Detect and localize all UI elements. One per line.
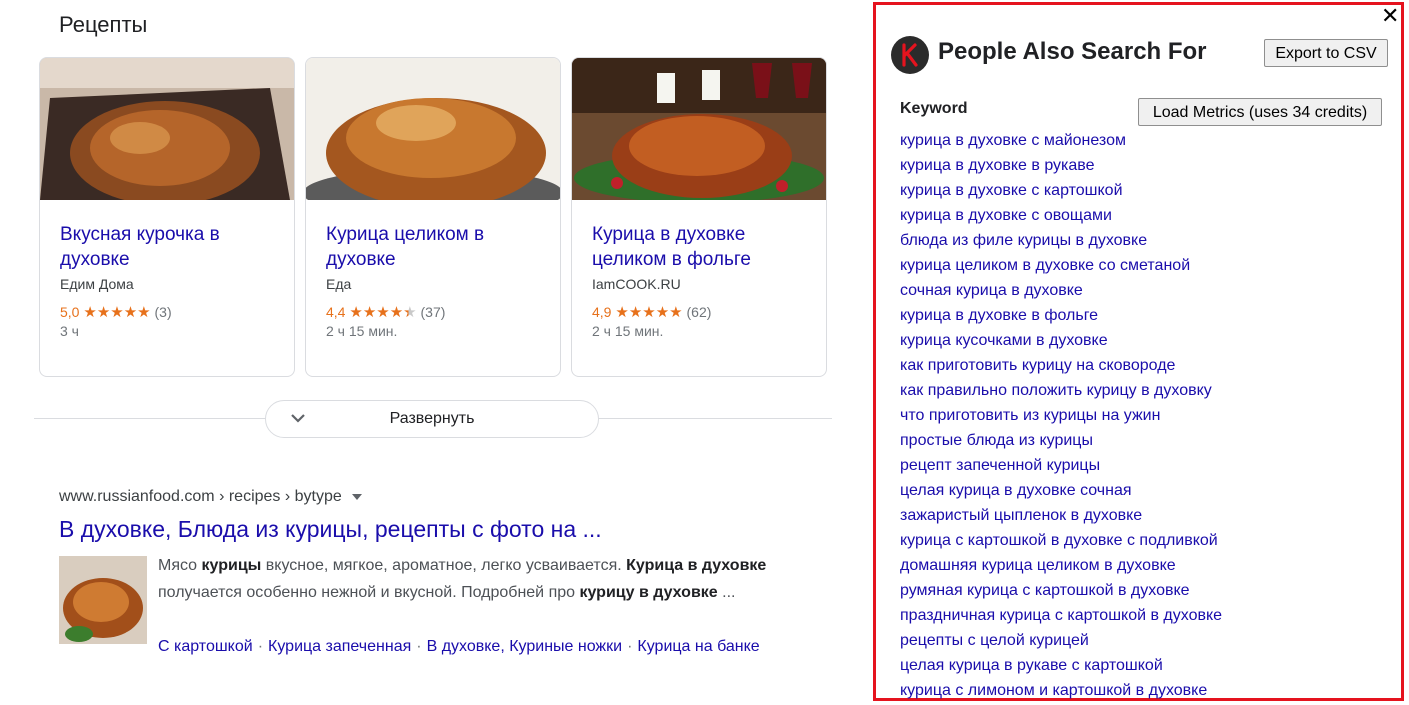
sitelink-separator: · — [416, 638, 422, 655]
dropdown-caret-icon[interactable] — [351, 493, 362, 500]
keyword-link[interactable]: простые блюда из курицы — [900, 428, 1222, 453]
recipe-card[interactable]: Курица целиком в духовке Еда 4,4 ★★★★★ (… — [305, 57, 561, 377]
recipe-rating: 4,4 ★★★★★ (37) — [326, 303, 445, 321]
keyword-list: курица в духовке с майонезом курица в дух… — [900, 128, 1222, 703]
result-snippet: Мясо курицы вкусное, мягкое, ароматное, … — [158, 552, 798, 606]
keyword-link[interactable]: что приготовить из курицы на ужин — [900, 403, 1222, 428]
snippet-text: Курица в духовке — [626, 557, 767, 574]
snippet-text: получается особенно нежной и вкусной. По… — [158, 584, 580, 601]
sitelink[interactable]: Курица на банке — [637, 638, 759, 655]
keyword-link[interactable]: как приготовить курицу на сковороде — [900, 353, 1222, 378]
recipe-card[interactable]: Вкусная курочка в духовке Едим Дома 5,0 … — [39, 57, 295, 377]
keyword-link[interactable]: домашняя курица целиком в духовке — [900, 553, 1222, 578]
snippet-text: ... — [717, 584, 736, 601]
recipe-time: 2 ч 15 мин. — [326, 323, 398, 339]
snippet-text: вкусное, мягкое, ароматное, легко усваив… — [261, 557, 627, 574]
result-thumbnail[interactable] — [59, 556, 147, 644]
recipe-source: Еда — [326, 276, 352, 292]
keyword-link[interactable]: как правильно положить курицу в духовку — [900, 378, 1222, 403]
sitelink[interactable]: В духовке, Куриные ножки — [427, 638, 623, 655]
rating-count: (3) — [154, 304, 172, 320]
rating-value: 5,0 — [60, 304, 80, 320]
keyword-link[interactable]: курица целиком в духовке со сметаной — [900, 253, 1222, 278]
keyword-link[interactable]: курица в духовке с картошкой — [900, 178, 1222, 203]
star-rating-icon: ★★★★★ — [349, 304, 417, 321]
keyword-link[interactable]: рецепты с целой курицей — [900, 628, 1222, 653]
recipe-rating: 5,0 ★★★★★ (3) — [60, 303, 172, 321]
keyword-link[interactable]: зажаристый цыпленок в духовке — [900, 503, 1222, 528]
keyword-link[interactable]: курица кусочками в духовке — [900, 328, 1222, 353]
export-csv-button[interactable]: Export to CSV — [1264, 39, 1388, 67]
keyword-link[interactable]: целая курица в рукаве с картошкой — [900, 653, 1222, 678]
snippet-text: курицы — [201, 557, 262, 574]
recipe-source: IamCOOK.RU — [592, 276, 681, 292]
recipe-time: 3 ч — [60, 323, 79, 339]
keyword-link[interactable]: сочная курица в духовке — [900, 278, 1222, 303]
sitelink-separator: · — [627, 638, 633, 655]
panel-title: People Also Search For — [938, 38, 1207, 65]
rating-count: (37) — [420, 304, 446, 320]
rating-count: (62) — [686, 304, 712, 320]
keyword-link[interactable]: курица в духовке с майонезом — [900, 128, 1222, 153]
recipe-title[interactable]: Курица в духовке целиком в фольге — [592, 222, 807, 272]
keyword-link[interactable]: румяная курица с картошкой в духовке — [900, 578, 1222, 603]
sitelink[interactable]: Курица запеченная — [268, 638, 411, 655]
star-rating-icon: ★★★★★ — [83, 304, 151, 321]
people-also-search-panel: ✕ People Also Search For Export to CSV K… — [873, 2, 1404, 701]
keyword-link[interactable]: курица в духовке в рукаве — [900, 153, 1222, 178]
result-sitelinks: С картошкой · Курица запеченная · В духовке,… — [158, 633, 798, 660]
keyword-link[interactable]: курица в духовке с овощами — [900, 203, 1222, 228]
recipe-title[interactable]: Вкусная курочка в духовке — [60, 222, 275, 272]
recipe-image[interactable] — [306, 58, 560, 200]
sitelink-separator: · — [257, 638, 264, 655]
recipes-heading: Рецепты — [59, 12, 148, 37]
star-rating-icon: ★★★★★ — [615, 304, 683, 321]
keyword-link[interactable]: курица с картошкой в духовке с подливкой — [900, 528, 1222, 553]
keyword-link[interactable]: праздничная курица с картошкой в духовке — [900, 603, 1222, 628]
snippet-text: Мясо — [158, 557, 202, 574]
sitelink[interactable]: С картошкой — [158, 638, 253, 655]
recipe-card[interactable]: Курица в духовке целиком в фольге IamCOO… — [571, 57, 827, 377]
expand-label: Развернуть — [389, 410, 475, 427]
keyword-link[interactable]: рецепт запеченной курицы — [900, 453, 1222, 478]
result-url[interactable]: www.russianfood.com › recipes › bytype — [59, 488, 342, 505]
recipe-image[interactable] — [40, 58, 294, 200]
snippet-text: курицу в духовке — [579, 584, 718, 601]
recipe-title[interactable]: Курица целиком в духовке — [326, 222, 541, 272]
recipe-source: Едим Дома — [60, 276, 134, 292]
expand-button[interactable]: Развернуть — [265, 400, 599, 438]
recipe-time: 2 ч 15 мин. — [592, 323, 664, 339]
keywords-everywhere-logo-icon — [891, 36, 929, 74]
result-cite[interactable]: www.russianfood.com › recipes › bytype — [59, 488, 362, 506]
keyword-link[interactable]: блюда из филе курицы в духовке — [900, 228, 1222, 253]
recipe-image[interactable] — [572, 58, 826, 200]
keyword-link[interactable]: целая курица в духовке сочная — [900, 478, 1222, 503]
recipe-rating: 4,9 ★★★★★ (62) — [592, 303, 711, 321]
rating-value: 4,9 — [592, 304, 612, 320]
close-icon[interactable]: ✕ — [1381, 3, 1399, 29]
keyword-link[interactable]: курица с лимоном и картошкой в духовке — [900, 678, 1222, 703]
rating-value: 4,4 — [326, 304, 346, 320]
keyword-link[interactable]: курица в духовке в фольге — [900, 303, 1222, 328]
load-metrics-button[interactable]: Load Metrics (uses 34 credits) — [1138, 98, 1382, 126]
result-title-link[interactable]: В духовке, Блюда из курицы, рецепты с фо… — [59, 516, 602, 543]
keyword-column-header: Keyword — [900, 100, 968, 117]
